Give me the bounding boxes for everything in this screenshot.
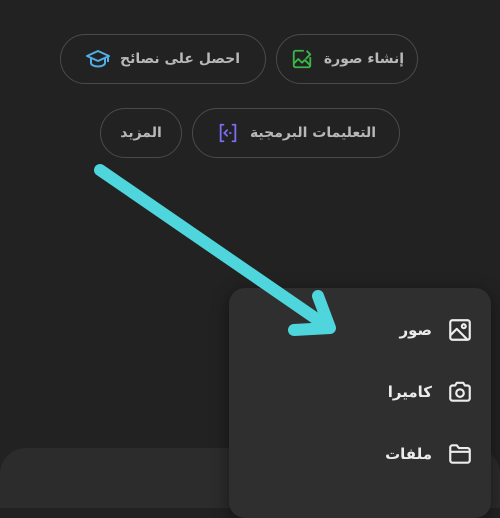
- graduation-cap-icon: [85, 47, 110, 71]
- menu-item-files[interactable]: ملفات: [385, 434, 474, 474]
- more-chip[interactable]: المزيد: [100, 108, 182, 158]
- image-icon: [446, 316, 474, 344]
- create-image-label: إنشاء صورة: [323, 51, 405, 67]
- camera-icon: [446, 378, 474, 406]
- image-edit-icon: [290, 47, 314, 71]
- menu-item-camera[interactable]: كاميرا: [388, 372, 474, 412]
- code-chip[interactable]: التعليمات البرمجية: [192, 108, 400, 158]
- code-label: التعليمات البرمجية: [249, 125, 377, 141]
- menu-item-photos[interactable]: صور: [399, 310, 474, 350]
- folder-icon: [446, 440, 474, 468]
- menu-item-photos-label: صور: [399, 321, 432, 339]
- get-advice-label: احصل على نصائح: [119, 51, 241, 67]
- code-brackets-icon: [216, 121, 240, 145]
- menu-item-files-label: ملفات: [385, 445, 432, 463]
- more-label: المزيد: [120, 125, 162, 141]
- create-image-chip[interactable]: إنشاء صورة: [276, 34, 418, 84]
- menu-item-camera-label: كاميرا: [387, 383, 432, 401]
- get-advice-chip[interactable]: احصل على نصائح: [60, 34, 266, 84]
